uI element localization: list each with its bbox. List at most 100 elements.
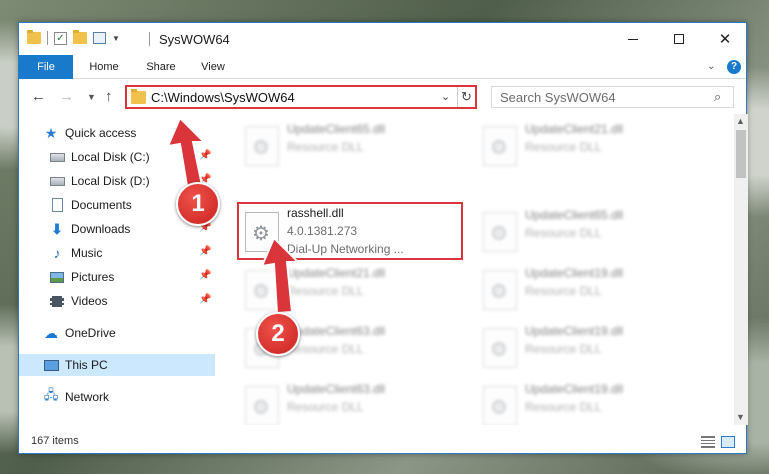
help-icon[interactable]: ? xyxy=(727,60,741,74)
list-item[interactable]: UpdateClient65.dll Resource DLL xyxy=(477,204,701,260)
dll-file-icon xyxy=(245,270,279,310)
quick-access-toolbar: ✓ ▼ xyxy=(27,30,120,45)
file-name: UpdateClient63.dll xyxy=(287,382,386,396)
maximize-button[interactable] xyxy=(656,23,702,55)
recent-locations-chevron-icon[interactable]: ▼ xyxy=(87,92,96,102)
navigation-pane: ★ Quick access Local Disk (C:) 📌 Local D… xyxy=(19,114,215,425)
pin-icon[interactable]: 📌 xyxy=(199,294,211,305)
tab-view[interactable]: View xyxy=(187,55,239,79)
dll-file-icon xyxy=(483,126,517,166)
back-arrow-icon[interactable]: ← xyxy=(31,88,46,105)
list-item[interactable]: UpdateClient63.dll Resource DLL xyxy=(239,378,463,425)
list-item[interactable]: UpdateClient65.dll Resource DLL xyxy=(239,118,463,174)
sidebar-item-onedrive[interactable]: ☁ OneDrive xyxy=(19,322,215,344)
file-type: Resource DLL xyxy=(287,400,364,414)
details-view-icon[interactable] xyxy=(701,436,715,448)
highlight-box xyxy=(237,202,463,260)
pc-shape xyxy=(43,359,59,371)
list-item[interactable]: UpdateClient19.dll Resource DLL xyxy=(477,262,701,318)
address-dropdown-chevron-icon[interactable]: ⌄ xyxy=(441,90,450,103)
list-item[interactable]: UpdateClient21.dll Resource DLL xyxy=(477,118,701,174)
sidebar-item-pictures[interactable]: Pictures 📌 xyxy=(19,266,215,288)
file-type: Resource DLL xyxy=(525,226,602,240)
file-name: UpdateClient21.dll xyxy=(525,122,624,136)
sidebar-item-label: Network xyxy=(65,390,110,404)
dll-file-icon xyxy=(245,126,279,166)
sidebar-item-label: Local Disk (D:) xyxy=(71,174,150,188)
file-name: UpdateClient19.dll xyxy=(525,266,624,280)
customize-toolbar-chevron-icon[interactable]: ▼ xyxy=(112,34,120,43)
file-type: Resource DLL xyxy=(287,140,364,154)
title-bar: ✓ ▼ SysWOW64 ✕ xyxy=(19,23,746,55)
sidebar-item-label: OneDrive xyxy=(65,326,116,340)
maximize-icon xyxy=(674,34,684,44)
callout-1-badge: 1 xyxy=(176,182,220,226)
list-item[interactable]: UpdateClient19.dll Resource DLL xyxy=(477,378,701,425)
tab-share[interactable]: Share xyxy=(135,55,187,79)
pin-icon[interactable]: 📌 xyxy=(199,246,211,257)
star-icon: ★ xyxy=(44,124,58,141)
dll-file-icon xyxy=(483,270,517,310)
address-folder-icon xyxy=(131,89,146,104)
toolbar-divider xyxy=(47,31,48,45)
list-item[interactable]: UpdateClient21.dll Resource DLL xyxy=(239,262,463,318)
status-bar: 167 items xyxy=(19,431,746,453)
search-placeholder: Search SysWOW64 xyxy=(500,90,616,105)
dll-file-icon xyxy=(483,328,517,368)
scroll-thumb[interactable] xyxy=(736,130,746,178)
large-icons-view-icon[interactable] xyxy=(721,436,735,448)
pin-icon[interactable]: 📌 xyxy=(199,150,211,161)
expand-ribbon-chevron-icon[interactable]: ⌄ xyxy=(707,61,715,72)
file-type: Resource DLL xyxy=(525,342,602,356)
tab-file[interactable]: File xyxy=(19,55,73,79)
music-icon: ♪ xyxy=(53,245,61,261)
address-path[interactable]: C:\Windows\SysWOW64 xyxy=(151,90,295,105)
search-input[interactable]: Search SysWOW64 ⌕ xyxy=(491,86,734,108)
refresh-icon[interactable]: ↻ xyxy=(457,87,475,107)
file-name: UpdateClient65.dll xyxy=(287,122,386,136)
drive-shape xyxy=(49,176,65,186)
up-arrow-icon[interactable]: ↑ xyxy=(105,88,113,105)
drive-icon xyxy=(49,150,65,164)
pin-icon[interactable]: 📌 xyxy=(199,270,211,281)
new-folder-icon[interactable] xyxy=(73,30,87,44)
file-name: UpdateClient21.dll xyxy=(287,266,386,280)
dll-file-icon xyxy=(483,212,517,252)
sidebar-item-music[interactable]: ♪ Music 📌 xyxy=(19,242,215,264)
scroll-up-icon[interactable]: ▲ xyxy=(736,116,745,126)
file-name: UpdateClient19.dll xyxy=(525,324,624,338)
properties-check-icon[interactable]: ✓ xyxy=(54,31,67,45)
properties-icon[interactable] xyxy=(93,32,106,44)
sidebar-item-label: Videos xyxy=(71,294,108,308)
file-type: Resource DLL xyxy=(525,140,602,154)
address-bar[interactable]: C:\Windows\SysWOW64 ⌄ ↻ xyxy=(125,85,477,109)
sidebar-item-label: Downloads xyxy=(71,222,131,236)
videos-icon xyxy=(49,294,65,308)
sidebar-item-quick-access[interactable]: ★ Quick access xyxy=(19,122,215,144)
drive-shape xyxy=(49,152,65,162)
sidebar-item-label: Local Disk (C:) xyxy=(71,150,150,164)
file-type: Resource DLL xyxy=(287,284,364,298)
callout-2-badge: 2 xyxy=(256,312,300,356)
close-icon: ✕ xyxy=(718,31,732,48)
pictures-icon xyxy=(49,270,65,284)
scroll-down-icon[interactable]: ▼ xyxy=(736,412,745,422)
sidebar-item-videos[interactable]: Videos 📌 xyxy=(19,290,215,312)
dll-file-icon xyxy=(245,386,279,425)
file-name: UpdateClient19.dll xyxy=(525,382,624,396)
sidebar-item-this-pc[interactable]: This PC xyxy=(19,354,215,376)
forward-arrow-icon[interactable]: → xyxy=(59,88,74,105)
tab-home[interactable]: Home xyxy=(73,55,135,79)
list-item[interactable]: UpdateClient19.dll Resource DLL xyxy=(477,320,701,376)
dll-file-icon xyxy=(483,386,517,425)
sidebar-item-network[interactable]: 🖧 Network xyxy=(19,386,215,408)
navigation-bar: ← → ▼ ↑ C:\Windows\SysWOW64 ⌄ ↻ Search S… xyxy=(19,80,746,114)
vertical-scrollbar[interactable]: ▲ ▼ xyxy=(734,114,748,425)
onedrive-icon: ☁ xyxy=(44,324,58,341)
file-type: Resource DLL xyxy=(287,342,364,356)
close-button[interactable]: ✕ xyxy=(702,23,748,55)
file-type: Resource DLL xyxy=(525,400,602,414)
search-icon[interactable]: ⌕ xyxy=(714,89,721,105)
minimize-button[interactable] xyxy=(610,23,656,55)
sidebar-item-local-disk-c[interactable]: Local Disk (C:) 📌 xyxy=(19,146,215,168)
